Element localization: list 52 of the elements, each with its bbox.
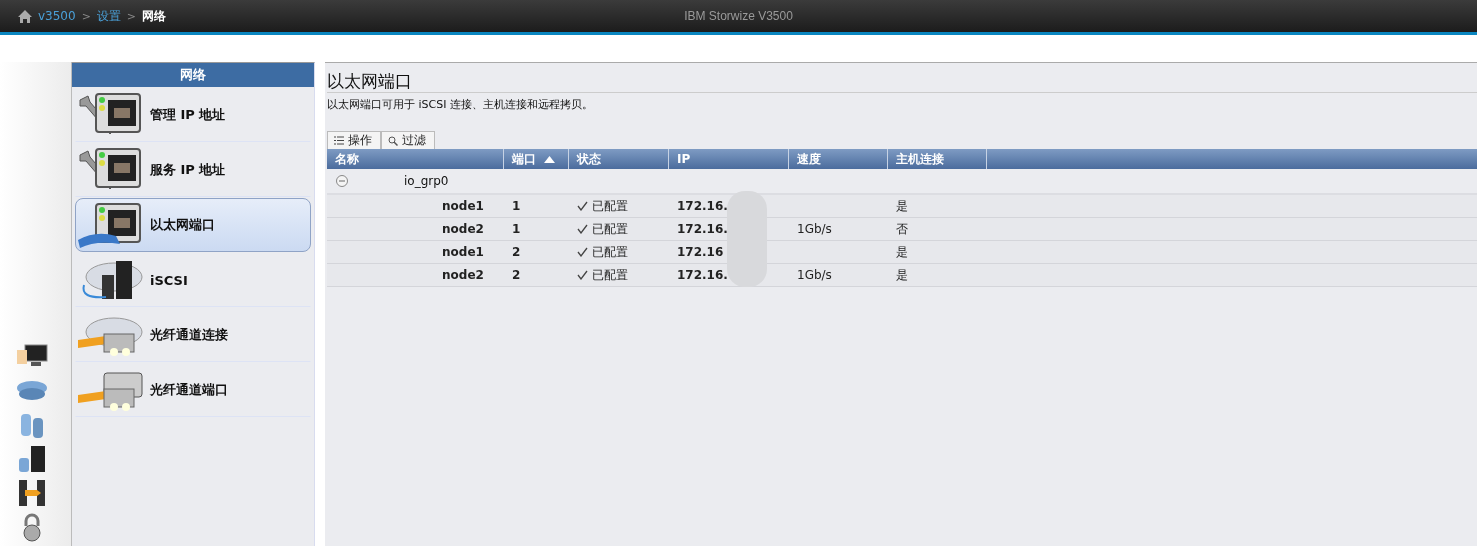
page-description: 以太网端口可用于 iSCSI 连接、主机连接和远程拷贝。 [327, 97, 594, 112]
home-icon[interactable] [18, 9, 32, 23]
table-cell: node1 [442, 199, 484, 213]
table-cell: 1Gb/s [797, 268, 832, 282]
minus-icon [339, 178, 345, 184]
table-cell: 已配置 [592, 266, 628, 284]
nav-item[interactable]: iSCSI [75, 253, 311, 307]
nav-item[interactable]: 以太网端口 [75, 198, 311, 252]
actions-button[interactable]: 操作 [327, 131, 381, 149]
table-cell: 是 [896, 243, 908, 261]
table-cell: 是 [896, 197, 908, 215]
column-header[interactable]: 端口 [504, 149, 569, 169]
table-cell: node1 [442, 245, 484, 259]
breadcrumb-link[interactable]: 网络 [142, 7, 167, 25]
nav-panel-title: 网络 [72, 63, 314, 87]
table-cell: node2 [442, 222, 484, 236]
list-icon [334, 136, 344, 145]
table-cell: 172.16. [677, 222, 728, 236]
table-cell: 172.16 [677, 245, 724, 259]
table-cell: 1 [512, 199, 521, 213]
table-cell: 2 [512, 268, 521, 282]
table-cell: node2 [442, 268, 484, 282]
column-header[interactable]: IP [669, 149, 789, 169]
sort-ascending-icon [544, 155, 555, 163]
breadcrumb-separator: > [81, 9, 91, 23]
table-cell: 1 [512, 222, 521, 236]
search-icon [388, 135, 398, 146]
breadcrumb-separator: > [126, 9, 137, 23]
table-cell: 已配置 [592, 197, 628, 215]
nav-item[interactable]: 服务 IP 地址 [75, 143, 311, 197]
table-cell: 是 [896, 266, 908, 284]
nav-item[interactable]: 光纤通道端口 [75, 363, 311, 417]
column-header[interactable]: 速度 [789, 149, 888, 169]
column-header[interactable]: 状态 [569, 149, 669, 169]
breadcrumb-link[interactable]: v3500 [38, 9, 76, 23]
table-cell: 2 [512, 245, 521, 259]
column-header[interactable]: 主机连接 [888, 149, 987, 169]
table-cell: 否 [896, 220, 908, 238]
table-cell: 172.16. [677, 268, 728, 282]
group-label: io_grp0 [404, 174, 449, 188]
collapse-toggle[interactable] [336, 175, 348, 187]
page-title: 以太网端口 [327, 63, 1477, 93]
table-cell: 1Gb/s [797, 222, 832, 236]
nav-item[interactable]: 管理 IP 地址 [75, 88, 311, 142]
product-name: IBM Storwize V3500 [684, 9, 793, 23]
table-cell: 已配置 [592, 243, 628, 261]
breadcrumb-link[interactable]: 设置 [96, 7, 121, 25]
table-cell: 172.16. [677, 199, 728, 213]
table-cell: 已配置 [592, 220, 628, 238]
nav-item[interactable]: 光纤通道连接 [75, 308, 311, 362]
filter-button[interactable]: 过滤 [381, 131, 435, 149]
column-header[interactable]: 名称 [327, 149, 504, 169]
